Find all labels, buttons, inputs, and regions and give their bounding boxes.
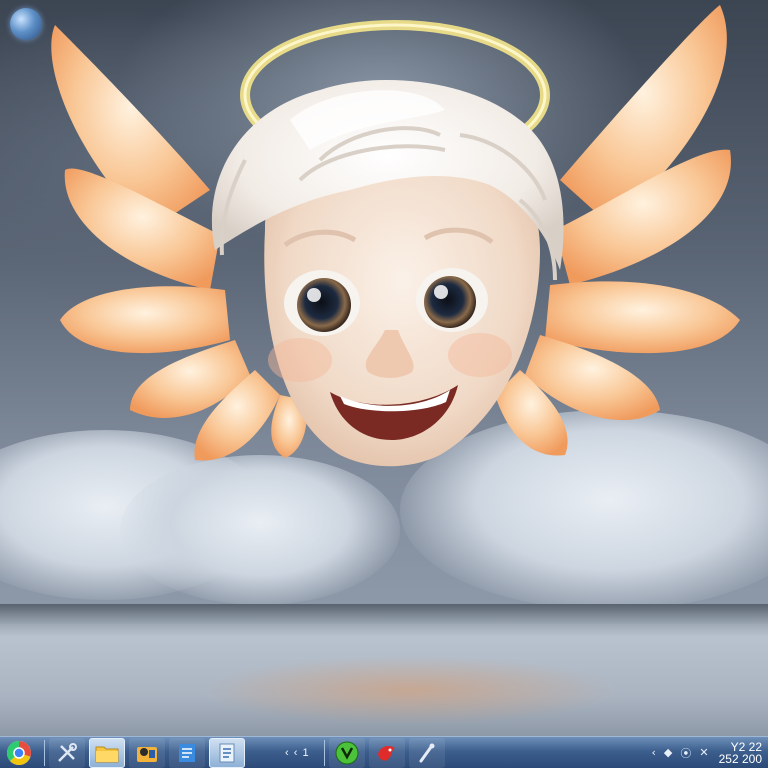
clock-time: Y2 22	[730, 739, 762, 754]
taskbar: ‹ ‹ 1 ‹ ◆ ⦿ ✕ Y2 22 252 200	[0, 736, 768, 768]
green-app-icon	[335, 741, 359, 764]
clock[interactable]: Y2 22 252 200	[719, 741, 762, 765]
app-button-pen[interactable]	[408, 737, 445, 768]
quick-launch-notepad[interactable]	[209, 737, 245, 768]
red-bird-icon	[377, 745, 395, 761]
tray-tools-icon[interactable]: ✕	[699, 746, 708, 759]
quick-launch-folder[interactable]	[89, 737, 125, 768]
desktop-wallpaper	[0, 0, 768, 736]
clock-date: 252 200	[718, 751, 762, 766]
cherub-illustration	[51, 5, 740, 467]
running-apps: ‹ ‹ 1	[285, 737, 449, 768]
glass-orb-icon[interactable]	[10, 8, 42, 40]
right-eye	[416, 268, 488, 332]
tray-arrow-icon[interactable]: ‹	[652, 746, 656, 759]
folder-icon	[95, 746, 119, 762]
taskbar-separator	[44, 739, 45, 766]
quick-launch-document[interactable]	[169, 737, 205, 768]
quick-launch-tools[interactable]	[49, 737, 85, 768]
taskbar-separator	[323, 739, 325, 766]
app-button-red[interactable]	[368, 737, 405, 768]
tools-icon	[58, 742, 77, 762]
media-player-icon	[137, 746, 157, 762]
notepad-icon	[219, 743, 235, 762]
left-eye	[284, 270, 360, 336]
system-tray: ‹ ◆ ⦿ ✕ Y2 22 252 200	[642, 737, 768, 768]
quick-launch-media[interactable]	[129, 737, 165, 768]
start-orb-icon	[6, 740, 31, 765]
start-button[interactable]	[2, 738, 36, 768]
pen-tool-icon	[419, 743, 435, 762]
app-button-green[interactable]	[328, 737, 365, 768]
tray-settings-icon[interactable]: ⦿	[680, 745, 691, 761]
tray-network-icon[interactable]: ◆	[664, 746, 672, 759]
document-icon	[179, 743, 195, 762]
pager-text[interactable]: ‹ ‹ 1	[285, 747, 310, 759]
